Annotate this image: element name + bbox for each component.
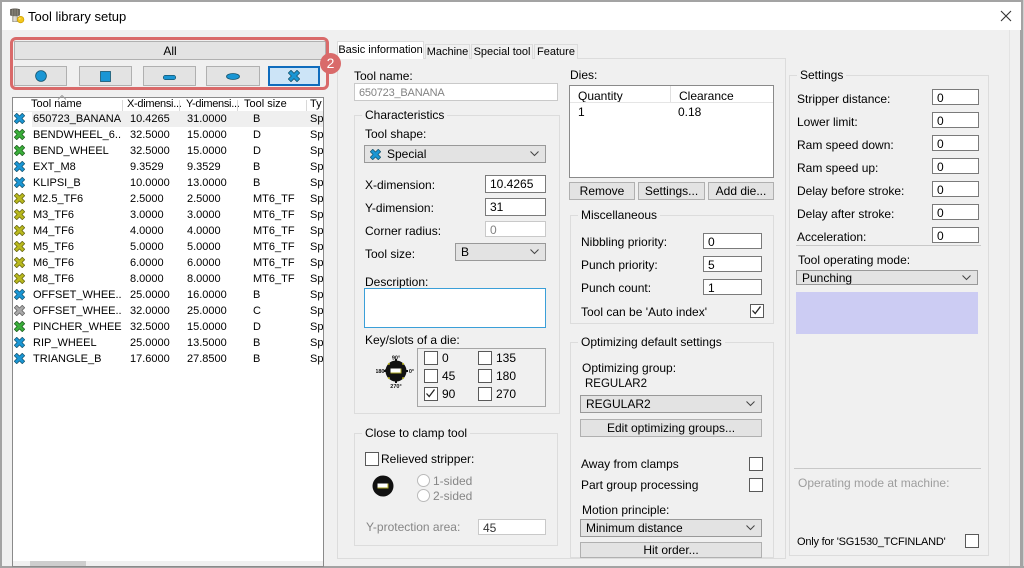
svg-text:270°: 270° [390, 384, 401, 390]
svg-text:0°: 0° [409, 369, 414, 375]
